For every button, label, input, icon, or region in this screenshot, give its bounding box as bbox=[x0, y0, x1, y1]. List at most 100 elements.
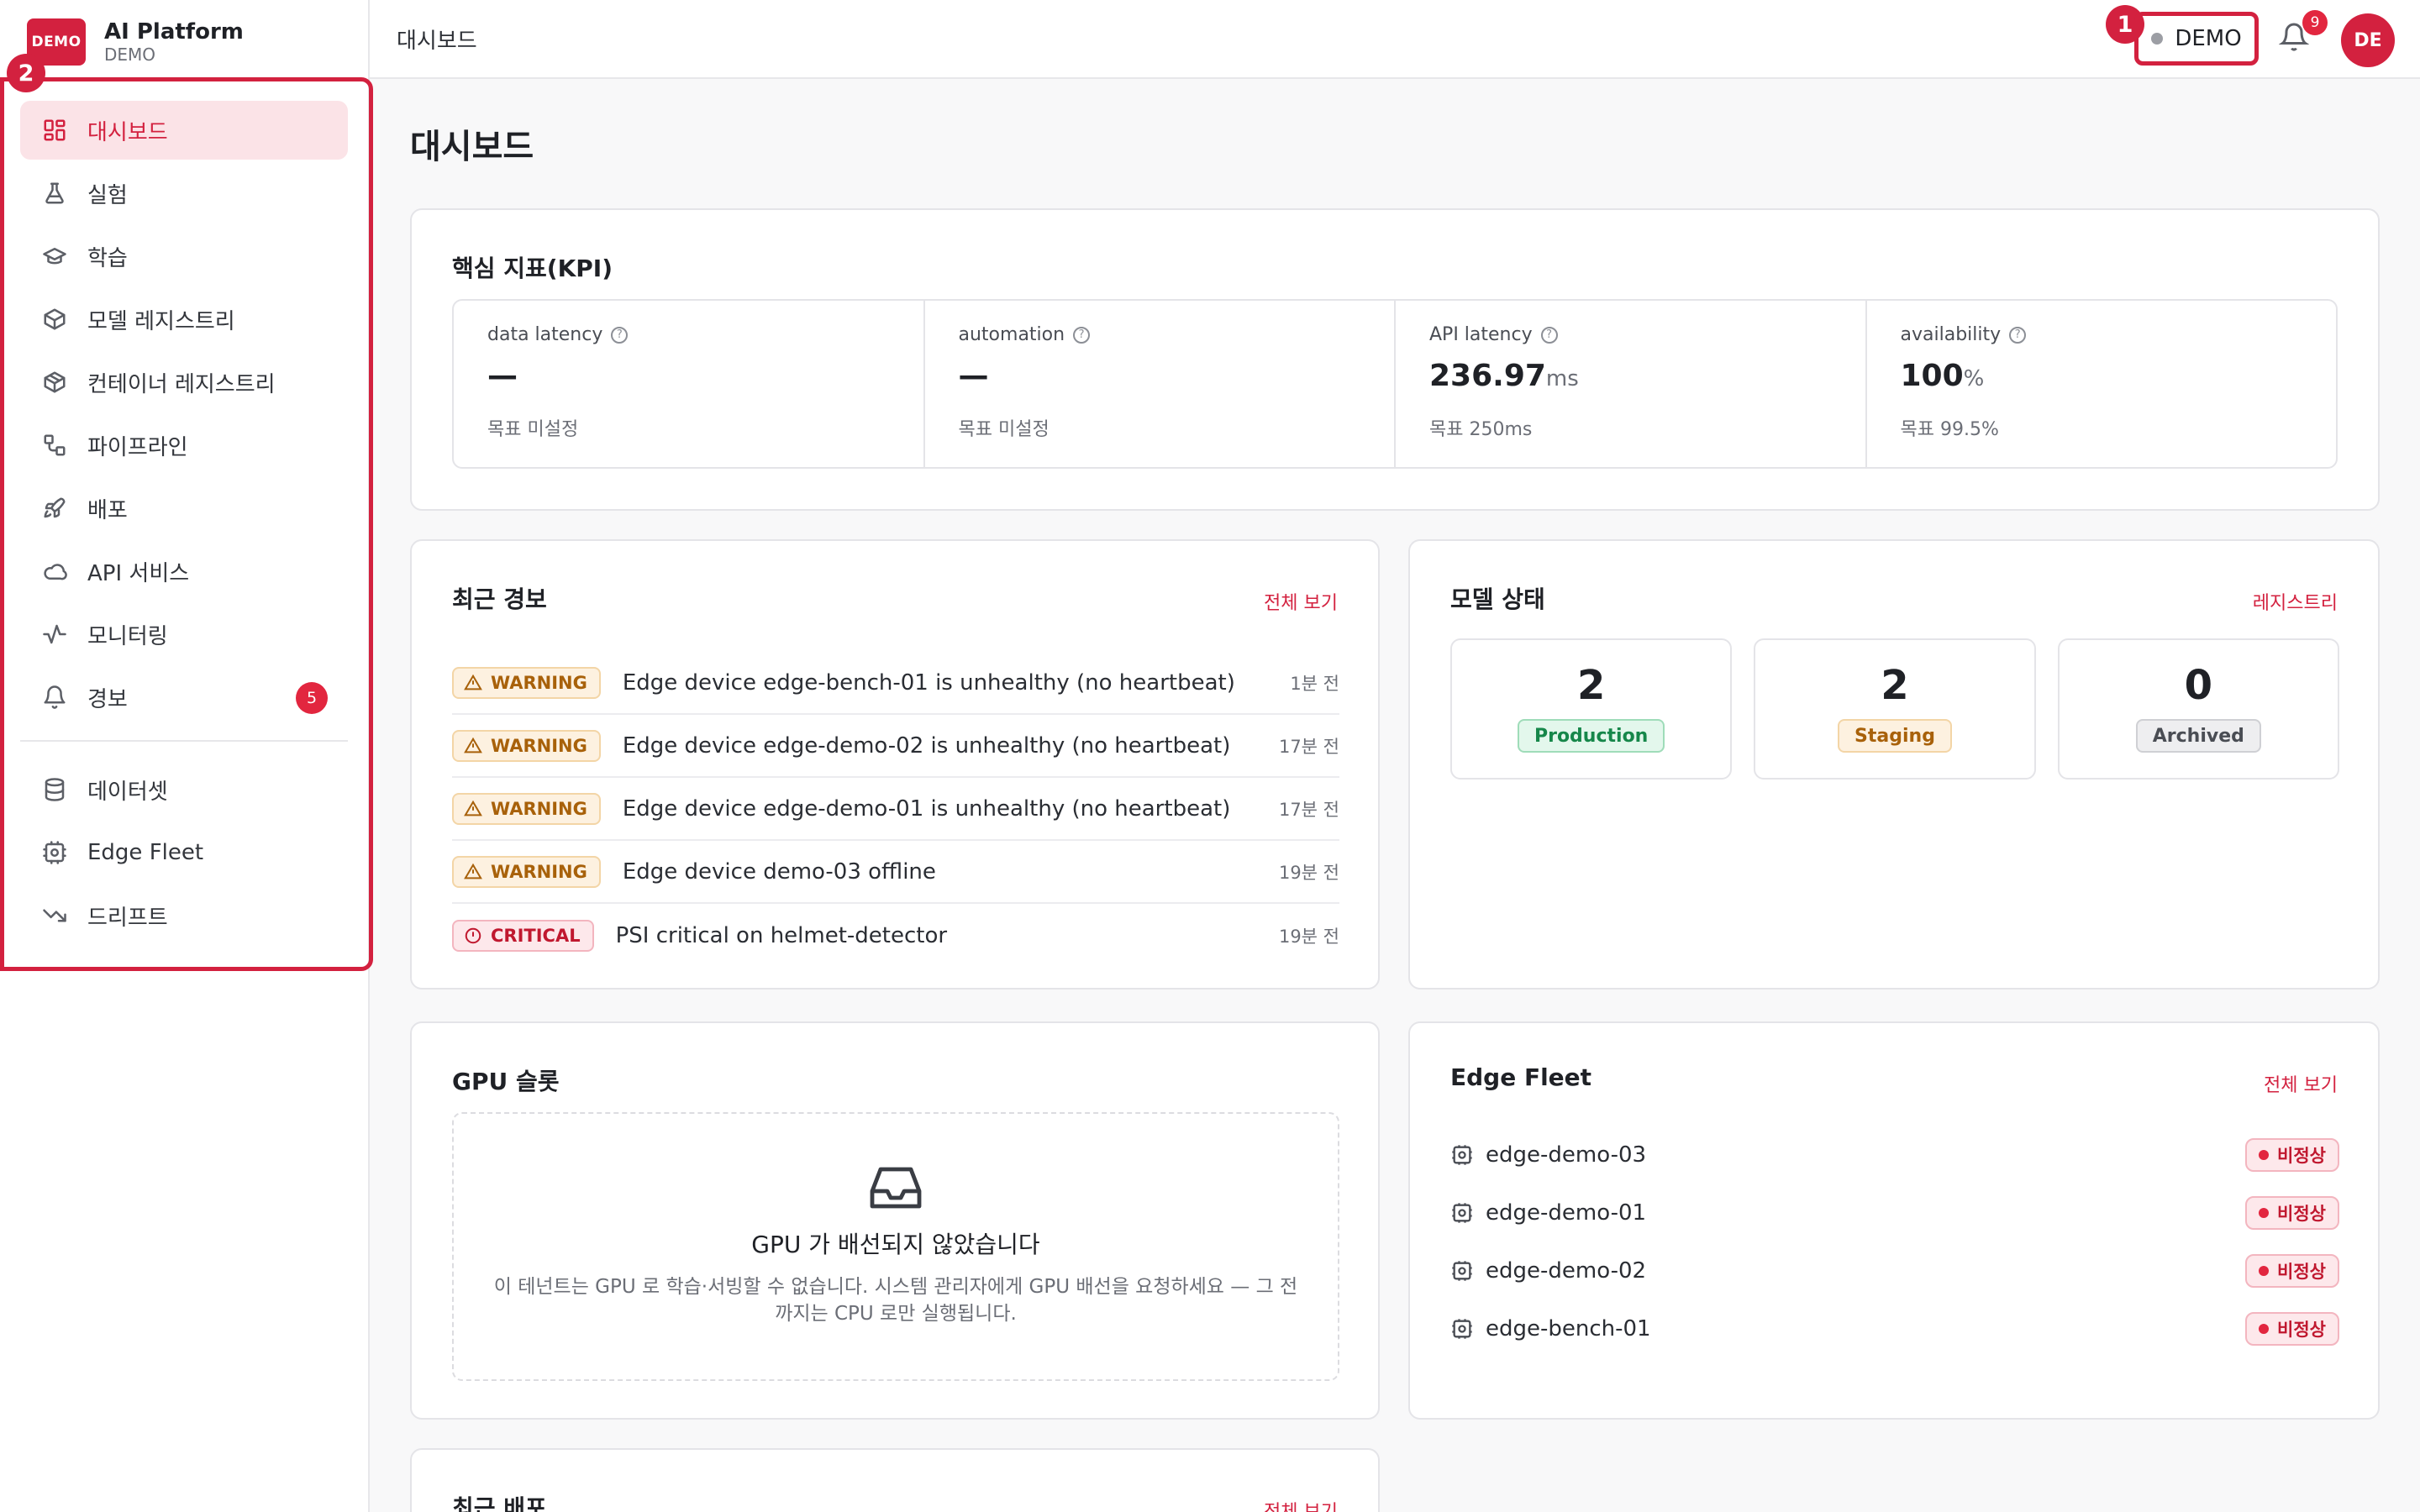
kpi-value-number: — bbox=[487, 359, 518, 393]
graduation-cap-icon bbox=[40, 242, 69, 270]
sidebar: DEMO AI Platform DEMO 2 대시보드 실험 학습 모델 레지… bbox=[0, 0, 373, 1512]
help-icon[interactable]: ? bbox=[2009, 326, 2027, 344]
alert-row[interactable]: CRITICAL PSI critical on helmet-detector… bbox=[452, 904, 1339, 967]
kpi-target: 목표 미설정 bbox=[958, 419, 1050, 440]
gpu-card-title: GPU 슬롯 bbox=[452, 1068, 560, 1095]
tenant-name: DEMO bbox=[2175, 26, 2242, 51]
stage-badge-staging: Staging bbox=[1838, 719, 1952, 753]
kpi-unit: ms bbox=[1545, 366, 1579, 391]
recent-alerts-card: 최근 경보 전체 보기 WARNING Edge device edge-ben… bbox=[410, 539, 1380, 990]
sidebar-item-pipelines[interactable]: 파이프라인 bbox=[20, 416, 348, 475]
trending-down-icon bbox=[40, 901, 69, 930]
status-dot bbox=[2259, 1149, 2270, 1160]
device-name: edge-demo-01 bbox=[1486, 1200, 1647, 1226]
sidebar-item-training[interactable]: 학습 bbox=[20, 227, 348, 286]
status-label: 비정상 bbox=[2277, 1203, 2326, 1224]
device-status-badge: 비정상 bbox=[2245, 1311, 2339, 1346]
brand[interactable]: DEMO AI Platform DEMO bbox=[27, 17, 244, 67]
deploys-card-title: 최근 배포 bbox=[452, 1494, 547, 1512]
fleet-device-row[interactable]: edge-demo-01 비정상 bbox=[1450, 1184, 2339, 1242]
warning-triangle-icon bbox=[464, 737, 482, 753]
sidebar-item-monitoring[interactable]: 모니터링 bbox=[20, 605, 348, 664]
user-avatar[interactable]: DE bbox=[2341, 13, 2395, 67]
severity-badge-warning: WARNING bbox=[452, 666, 601, 699]
package-icon bbox=[40, 368, 69, 396]
sidebar-item-alerts[interactable]: 경보 5 bbox=[20, 668, 348, 727]
tenant-status-dot bbox=[2151, 33, 2164, 45]
alert-circle-icon bbox=[465, 927, 481, 943]
help-icon[interactable]: ? bbox=[1073, 326, 1091, 344]
edge-device-icon bbox=[1452, 1144, 1472, 1165]
model-count: 0 bbox=[2184, 662, 2213, 709]
sidebar-item-deployments[interactable]: 배포 bbox=[20, 479, 348, 538]
severity-label: WARNING bbox=[491, 798, 587, 819]
model-status-card: 모델 상태 레지스트리 2 Production 2 Staging 0 Arc… bbox=[1408, 539, 2380, 990]
sidebar-item-label: 데이터셋 bbox=[87, 779, 168, 805]
deploys-view-all-link[interactable]: 전체 보기 bbox=[1264, 1497, 1338, 1512]
sidebar-item-label: 모니터링 bbox=[87, 623, 168, 649]
inbox-icon bbox=[870, 1167, 922, 1209]
annotation-marker-2: 2 bbox=[7, 54, 45, 92]
alert-row[interactable]: WARNING Edge device edge-demo-02 is unhe… bbox=[452, 715, 1339, 778]
status-dot bbox=[2259, 1265, 2270, 1276]
fleet-device-row[interactable]: edge-bench-01 비정상 bbox=[1450, 1299, 2339, 1357]
kpi-label-text: data latency bbox=[487, 324, 603, 345]
kpi-label-text: API latency bbox=[1429, 324, 1533, 345]
model-stage-archived[interactable]: 0 Archived bbox=[2057, 638, 2339, 780]
sidebar-item-edge-fleet[interactable]: Edge Fleet bbox=[20, 823, 348, 882]
help-icon[interactable]: ? bbox=[611, 326, 629, 344]
flask-icon bbox=[40, 179, 69, 207]
sidebar-item-label: API 서비스 bbox=[87, 560, 190, 586]
kpi-item-automation: automation? — 목표 미설정 bbox=[925, 301, 1396, 467]
alert-row[interactable]: WARNING Edge device edge-bench-01 is unh… bbox=[452, 652, 1339, 715]
sidebar-item-model-registry[interactable]: 모델 레지스트리 bbox=[20, 290, 348, 349]
device-name: edge-demo-03 bbox=[1486, 1142, 1647, 1168]
workflow-icon bbox=[40, 431, 69, 459]
registry-link[interactable]: 레지스트리 bbox=[2253, 588, 2338, 615]
brand-text: AI Platform DEMO bbox=[104, 19, 244, 65]
kpi-value: 100% bbox=[1901, 359, 2303, 399]
sidebar-item-container-registry[interactable]: 컨테이너 레지스트리 bbox=[20, 353, 348, 412]
sidebar-item-label: 대시보드 bbox=[87, 119, 168, 145]
sidebar-item-api-services[interactable]: API 서비스 bbox=[20, 542, 348, 601]
status-label: 비정상 bbox=[2277, 1145, 2326, 1166]
fleet-device-row[interactable]: edge-demo-03 비정상 bbox=[1450, 1126, 2339, 1184]
kpi-label: data latency? bbox=[487, 324, 890, 345]
top-header: 대시보드 1 DEMO 9 DE bbox=[370, 0, 2420, 79]
kpi-value: 236.97ms bbox=[1429, 359, 1832, 399]
sidebar-item-datasets[interactable]: 데이터셋 bbox=[20, 760, 348, 819]
help-icon[interactable]: ? bbox=[1540, 326, 1558, 344]
kpi-value-number: 236.97 bbox=[1429, 359, 1546, 393]
sidebar-divider bbox=[20, 740, 348, 742]
alert-time: 1분 전 bbox=[1290, 673, 1339, 694]
status-dot bbox=[2259, 1207, 2270, 1218]
alert-row[interactable]: WARNING Edge device demo-03 offline 19분 … bbox=[452, 841, 1339, 904]
kpi-card: 핵심 지표(KPI) data latency? — 목표 미설정 automa… bbox=[410, 208, 2380, 511]
stage-badge-archived: Archived bbox=[2135, 719, 2261, 753]
fleet-list: edge-demo-03 비정상 edge-demo-01 비정상 edge-d… bbox=[1450, 1126, 2339, 1357]
rocket-icon bbox=[40, 494, 69, 522]
severity-badge-critical: CRITICAL bbox=[452, 919, 594, 952]
device-status-badge: 비정상 bbox=[2245, 1195, 2339, 1230]
model-count: 2 bbox=[1576, 662, 1606, 709]
alert-time: 17분 전 bbox=[1278, 736, 1339, 757]
edge-device-icon bbox=[40, 838, 69, 867]
device-status-badge: 비정상 bbox=[2245, 1253, 2339, 1288]
fleet-device-row[interactable]: edge-demo-02 비정상 bbox=[1450, 1242, 2339, 1299]
model-stage-production[interactable]: 2 Production bbox=[1450, 638, 1733, 780]
severity-badge-warning: WARNING bbox=[452, 792, 601, 825]
sidebar-item-drift[interactable]: 드리프트 bbox=[20, 886, 348, 945]
alert-row[interactable]: WARNING Edge device edge-demo-01 is unhe… bbox=[452, 778, 1339, 841]
sidebar-item-experiments[interactable]: 실험 bbox=[20, 164, 348, 223]
alerts-view-all-link[interactable]: 전체 보기 bbox=[1264, 588, 1338, 615]
alert-time: 17분 전 bbox=[1278, 799, 1339, 820]
sidebar-item-dashboard[interactable]: 대시보드 bbox=[20, 101, 348, 160]
kpi-label: API latency? bbox=[1429, 324, 1832, 345]
sidebar-item-label: 배포 bbox=[87, 497, 128, 523]
fleet-view-all-link[interactable]: 전체 보기 bbox=[2264, 1070, 2338, 1097]
model-stage-staging[interactable]: 2 Staging bbox=[1754, 638, 2036, 780]
alert-message: Edge device edge-demo-02 is unhealthy (n… bbox=[622, 732, 1231, 759]
warning-triangle-icon bbox=[464, 800, 482, 816]
tenant-selector[interactable]: DEMO bbox=[2134, 12, 2259, 66]
cloud-icon bbox=[40, 557, 69, 585]
